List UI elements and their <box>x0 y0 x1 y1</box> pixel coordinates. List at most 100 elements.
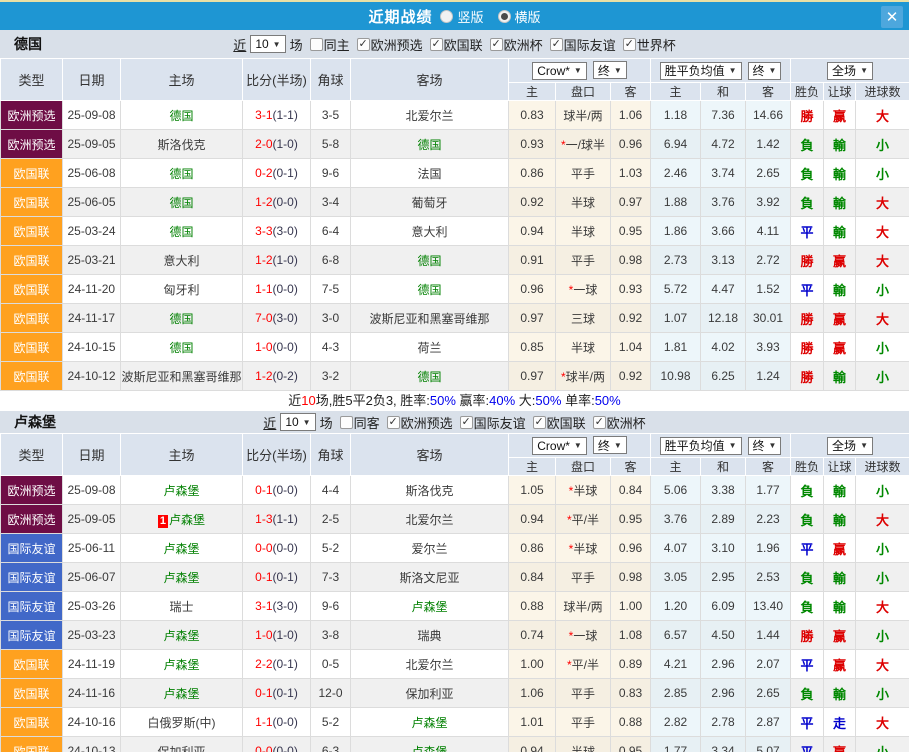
filter-bar: 近10▼ 场同客 ✓欧洲预选 ✓国际友谊 ✓欧国联 ✓欧洲杯 <box>263 413 645 432</box>
home-team: 白俄罗斯(中) <box>121 708 243 737</box>
scope-select-value: 全场 <box>832 62 856 79</box>
checkbox-checked-icon: ✓ <box>387 416 400 429</box>
mean-time-select-value: 终 <box>753 62 765 79</box>
same-venue-checkbox[interactable]: 同主 <box>310 35 350 54</box>
mean-time-select[interactable]: 终▼ <box>748 437 782 455</box>
competition-checkbox-2[interactable]: ✓欧洲杯 <box>490 35 543 54</box>
competition-checkbox-4[interactable]: ✓世界杯 <box>623 35 676 54</box>
column-header: 客场 <box>351 59 509 101</box>
mean-draw-odds: 3.34 <box>701 737 746 752</box>
summary-part: 10 <box>301 393 315 408</box>
result-handicap: 赢 <box>824 246 856 275</box>
column-header: 日期 <box>63 59 121 101</box>
competition-checkbox-2[interactable]: ✓欧国联 <box>533 413 586 432</box>
same-venue-checkbox[interactable]: 同客 <box>340 413 380 432</box>
match-count-select[interactable]: 10▼ <box>250 35 285 53</box>
home-odds: 0.83 <box>509 101 556 130</box>
mean-type-select[interactable]: 胜平负均值▼ <box>660 437 742 455</box>
sub-column-header: 胜负 <box>791 458 824 476</box>
match-count-select[interactable]: 10▼ <box>280 413 315 431</box>
home-team: 德国 <box>121 333 243 362</box>
checkbox-unchecked-icon <box>310 38 323 51</box>
competition-checkbox-1-label: 欧国联 <box>444 35 483 54</box>
handicap-line: *半球 <box>556 534 611 563</box>
competition-checkbox-1[interactable]: ✓欧国联 <box>430 35 483 54</box>
halftime-score: (0-1) <box>273 166 298 180</box>
match-row: 欧洲预选25-09-051卢森堡1-3(1-1)2-5北爱尔兰0.94*平/半0… <box>1 505 909 534</box>
column-header: 类型 <box>1 434 63 476</box>
corner-count: 9-6 <box>311 159 351 188</box>
competition-checkbox-3[interactable]: ✓欧洲杯 <box>593 413 646 432</box>
match-row: 国际友谊25-03-26瑞士3-1(3-0)9-6卢森堡0.88球半/两1.00… <box>1 592 909 621</box>
match-date: 25-09-05 <box>63 130 121 159</box>
radio-unselected-icon <box>440 10 453 23</box>
competition-checkbox-0[interactable]: ✓欧洲预选 <box>357 35 423 54</box>
mean-away-odds: 3.93 <box>746 333 791 362</box>
mean-type-select-value: 胜平负均值 <box>665 437 725 454</box>
mean-away-odds: 1.96 <box>746 534 791 563</box>
summary-part: 50% <box>535 393 561 408</box>
score-cell: 1-1(0-0) <box>243 275 311 304</box>
layout-radio-0[interactable]: 竖版 <box>440 7 483 26</box>
odds-time-select[interactable]: 终▼ <box>593 436 627 454</box>
summary-part: 场,胜5平2负3, 胜率: <box>316 393 430 408</box>
away-team: 德国 <box>351 130 509 159</box>
odds-source-select[interactable]: Crow*▼ <box>532 62 587 80</box>
scope-select[interactable]: 全场▼ <box>827 62 873 80</box>
chevron-down-icon: ▼ <box>574 441 582 450</box>
recent-link[interactable]: 近 <box>233 35 246 54</box>
layout-radio-1[interactable]: 横版 <box>498 7 541 26</box>
mean-draw-odds: 6.25 <box>701 362 746 391</box>
mean-home-odds: 6.94 <box>651 130 701 159</box>
handicap-line: *球半/两 <box>556 362 611 391</box>
mean-time-select[interactable]: 终▼ <box>748 62 782 80</box>
home-team-name: 卢森堡 <box>163 629 199 643</box>
result-goals: 大 <box>856 708 909 737</box>
matches-label: 场 <box>320 413 333 432</box>
match-date: 24-11-17 <box>63 304 121 333</box>
odds-source-select[interactable]: Crow*▼ <box>532 437 587 455</box>
halftime-score: (0-0) <box>273 715 298 729</box>
match-date: 25-06-05 <box>63 188 121 217</box>
result-goals: 大 <box>856 188 909 217</box>
sub-column-header: 客 <box>611 83 651 101</box>
result-wdl: 負 <box>791 159 824 188</box>
competition-checkbox-0[interactable]: ✓欧洲预选 <box>387 413 453 432</box>
away-team: 德国 <box>351 362 509 391</box>
competition-badge: 国际友谊 <box>1 592 63 621</box>
home-team-name: 卢森堡 <box>163 484 199 498</box>
corner-count: 3-5 <box>311 101 351 130</box>
result-handicap: 赢 <box>824 621 856 650</box>
result-handicap: 走 <box>824 708 856 737</box>
match-date: 25-03-21 <box>63 246 121 275</box>
close-button[interactable]: ✕ <box>881 6 903 28</box>
away-team-name: 卢森堡 <box>411 745 447 752</box>
result-handicap: 赢 <box>824 650 856 679</box>
halftime-score: (3-0) <box>273 311 298 325</box>
matches-label: 场 <box>290 35 303 54</box>
mean-home-odds: 4.21 <box>651 650 701 679</box>
away-odds: 0.96 <box>611 534 651 563</box>
layout-radio-label: 竖版 <box>457 7 483 26</box>
away-team-name: 波斯尼亚和黑塞哥维那 <box>369 312 489 326</box>
fulltime-score: 1-0 <box>255 628 272 642</box>
competition-checkbox-1[interactable]: ✓国际友谊 <box>460 413 526 432</box>
halftime-score: (3-0) <box>273 599 298 613</box>
odds-time-select[interactable]: 终▼ <box>593 61 627 79</box>
layout-radio-group: 竖版横版 <box>440 7 540 26</box>
mean-draw-odds: 2.96 <box>701 650 746 679</box>
away-team: 波斯尼亚和黑塞哥维那 <box>351 304 509 333</box>
competition-badge: 欧国联 <box>1 362 63 391</box>
handicap-line: 平手 <box>556 563 611 592</box>
scope-select[interactable]: 全场▼ <box>827 437 873 455</box>
away-team: 斯洛伐克 <box>351 476 509 505</box>
competition-checkbox-3[interactable]: ✓国际友谊 <box>550 35 616 54</box>
corner-count: 3-8 <box>311 621 351 650</box>
recent-link[interactable]: 近 <box>263 413 276 432</box>
result-wdl: 平 <box>791 737 824 752</box>
away-team: 德国 <box>351 275 509 304</box>
home-odds: 0.93 <box>509 130 556 159</box>
result-handicap: 輸 <box>824 563 856 592</box>
halftime-score: (1-0) <box>273 253 298 267</box>
mean-type-select[interactable]: 胜平负均值▼ <box>660 62 742 80</box>
